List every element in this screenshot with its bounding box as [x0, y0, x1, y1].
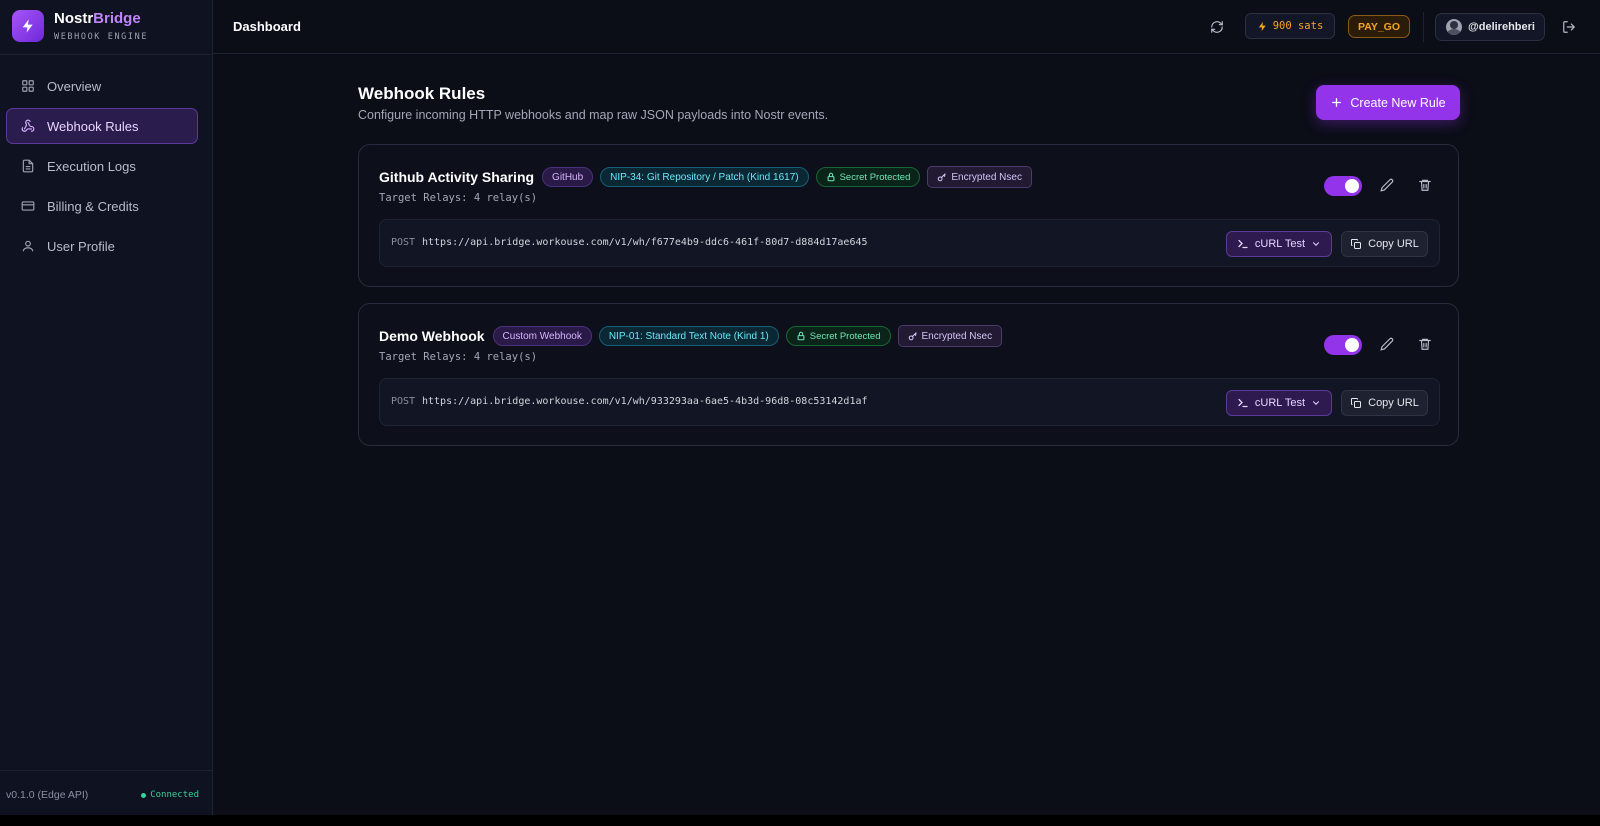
- avatar: [1446, 19, 1462, 35]
- sidebar-item-overview[interactable]: Overview: [6, 68, 198, 104]
- sidebar-item-label: Execution Logs: [47, 158, 136, 174]
- plan-badge: PAY_GO: [1348, 15, 1410, 38]
- kind-badge: NIP-01: Standard Text Note (Kind 1): [598, 326, 779, 346]
- plus-icon: [1332, 98, 1342, 107]
- user-menu[interactable]: @delirehberi: [1435, 13, 1545, 41]
- http-method: POST: [391, 396, 416, 407]
- sidebar-item-label: Webhook Rules: [47, 118, 139, 134]
- sidebar-item-webhook-rules[interactable]: Webhook Rules: [6, 108, 198, 144]
- bolt-icon: [1258, 21, 1266, 31]
- nsec-badge: Encrypted Nsec: [897, 325, 1003, 347]
- webhook-url-box: POST https://api.bridge.workouse.com/v1/…: [379, 378, 1440, 426]
- lock-icon: [797, 331, 805, 341]
- copy-icon: [1351, 398, 1362, 408]
- sidebar-item-execution-logs[interactable]: Execution Logs: [6, 148, 198, 184]
- webhook-icon: [21, 119, 35, 132]
- kind-badge: NIP-34: Git Repository / Patch (Kind 161…: [600, 167, 809, 187]
- lock-icon: [827, 172, 835, 182]
- bottom-strip: [0, 815, 1600, 826]
- webhook-url: https://api.bridge.workouse.com/v1/wh/93…: [422, 396, 868, 407]
- chevron-down-icon: [1313, 401, 1320, 405]
- pencil-icon: [1380, 178, 1394, 192]
- create-rule-button[interactable]: Create New Rule: [1316, 85, 1460, 120]
- sidebar-item-label: Billing & Credits: [47, 198, 139, 214]
- brand-subtitle: WEBHOOK ENGINE: [54, 32, 149, 42]
- refresh-icon: [1211, 21, 1223, 33]
- credit-card-icon: [21, 201, 35, 211]
- sats-balance: 900 sats: [1245, 13, 1335, 39]
- user-icon: [22, 240, 34, 252]
- copy-url-button[interactable]: Copy URL: [1341, 390, 1428, 416]
- rule-card: Demo Webhook Custom Webhook NIP-01: Stan…: [358, 303, 1459, 446]
- secret-badge: Secret Protected: [785, 326, 891, 346]
- target-relays: Target Relays: 4 relay(s): [379, 192, 538, 204]
- key-icon: [938, 173, 947, 182]
- sidebar: NostrBridge WEBHOOK ENGINE Overview Webh…: [0, 0, 213, 815]
- toggle-knob: [1345, 338, 1359, 352]
- source-badge: GitHub: [542, 167, 594, 187]
- toggle-knob: [1345, 179, 1359, 193]
- page-title: Dashboard: [233, 19, 301, 34]
- http-method: POST: [391, 237, 416, 248]
- rule-name: Demo Webhook: [379, 328, 485, 344]
- section-title: Webhook Rules: [358, 84, 486, 103]
- sidebar-nav: Overview Webhook Rules Execution Logs Bi…: [6, 68, 198, 268]
- sidebar-item-user-profile[interactable]: User Profile: [6, 228, 198, 264]
- version-label: v0.1.0 (Edge API): [6, 789, 89, 801]
- nsec-badge: Encrypted Nsec: [927, 166, 1032, 188]
- rule-header: Demo Webhook Custom Webhook NIP-01: Stan…: [379, 325, 1003, 347]
- rule-enabled-toggle[interactable]: [1324, 335, 1362, 355]
- terminal-icon: [1238, 398, 1248, 408]
- logout-icon: [1563, 21, 1576, 33]
- divider: [1423, 12, 1424, 42]
- sidebar-footer: v0.1.0 (Edge API) Connected: [0, 770, 213, 815]
- trash-icon: [1419, 179, 1431, 191]
- source-badge: Custom Webhook: [492, 326, 592, 346]
- webhook-url: https://api.bridge.workouse.com/v1/wh/f6…: [422, 237, 868, 248]
- webhook-url-box: POST https://api.bridge.workouse.com/v1/…: [379, 219, 1440, 267]
- terminal-icon: [1238, 239, 1248, 249]
- curl-test-button[interactable]: cURL Test: [1226, 390, 1332, 416]
- brand[interactable]: NostrBridge WEBHOOK ENGINE: [12, 10, 148, 42]
- app-root: NostrBridge WEBHOOK ENGINE Overview Webh…: [0, 0, 1600, 815]
- logout-button[interactable]: [1560, 18, 1578, 36]
- copy-icon: [1351, 239, 1362, 249]
- status-dot-icon: [141, 792, 147, 798]
- brand-name: NostrBridge: [54, 10, 141, 27]
- section-description: Configure incoming HTTP webhooks and map…: [358, 108, 829, 122]
- chevron-down-icon: [1313, 242, 1320, 246]
- bolt-logo-icon: [12, 10, 44, 42]
- pencil-icon: [1380, 337, 1394, 351]
- trash-icon: [1419, 338, 1431, 350]
- edit-rule-button[interactable]: [1378, 335, 1396, 353]
- file-text-icon: [22, 159, 34, 173]
- rule-enabled-toggle[interactable]: [1324, 176, 1362, 196]
- delete-rule-button[interactable]: [1416, 335, 1434, 353]
- top-header: Dashboard 900 sats PAY_GO @delirehberi: [213, 0, 1600, 54]
- delete-rule-button[interactable]: [1416, 176, 1434, 194]
- sidebar-item-label: User Profile: [47, 238, 115, 254]
- rule-header: Github Activity Sharing GitHub NIP-34: G…: [379, 166, 1032, 188]
- rule-card: Github Activity Sharing GitHub NIP-34: G…: [358, 144, 1459, 287]
- rule-name: Github Activity Sharing: [379, 169, 535, 185]
- grid-icon: [22, 80, 34, 92]
- connection-status: Connected: [141, 790, 199, 800]
- target-relays: Target Relays: 4 relay(s): [379, 351, 538, 363]
- sidebar-item-billing[interactable]: Billing & Credits: [6, 188, 198, 224]
- refresh-button[interactable]: [1208, 18, 1226, 36]
- secret-badge: Secret Protected: [815, 167, 921, 187]
- divider: [0, 54, 213, 55]
- edit-rule-button[interactable]: [1378, 176, 1396, 194]
- sidebar-item-label: Overview: [47, 78, 102, 94]
- curl-test-button[interactable]: cURL Test: [1226, 231, 1332, 257]
- username: @delirehberi: [1468, 21, 1535, 33]
- key-icon: [908, 332, 917, 341]
- copy-url-button[interactable]: Copy URL: [1341, 231, 1428, 257]
